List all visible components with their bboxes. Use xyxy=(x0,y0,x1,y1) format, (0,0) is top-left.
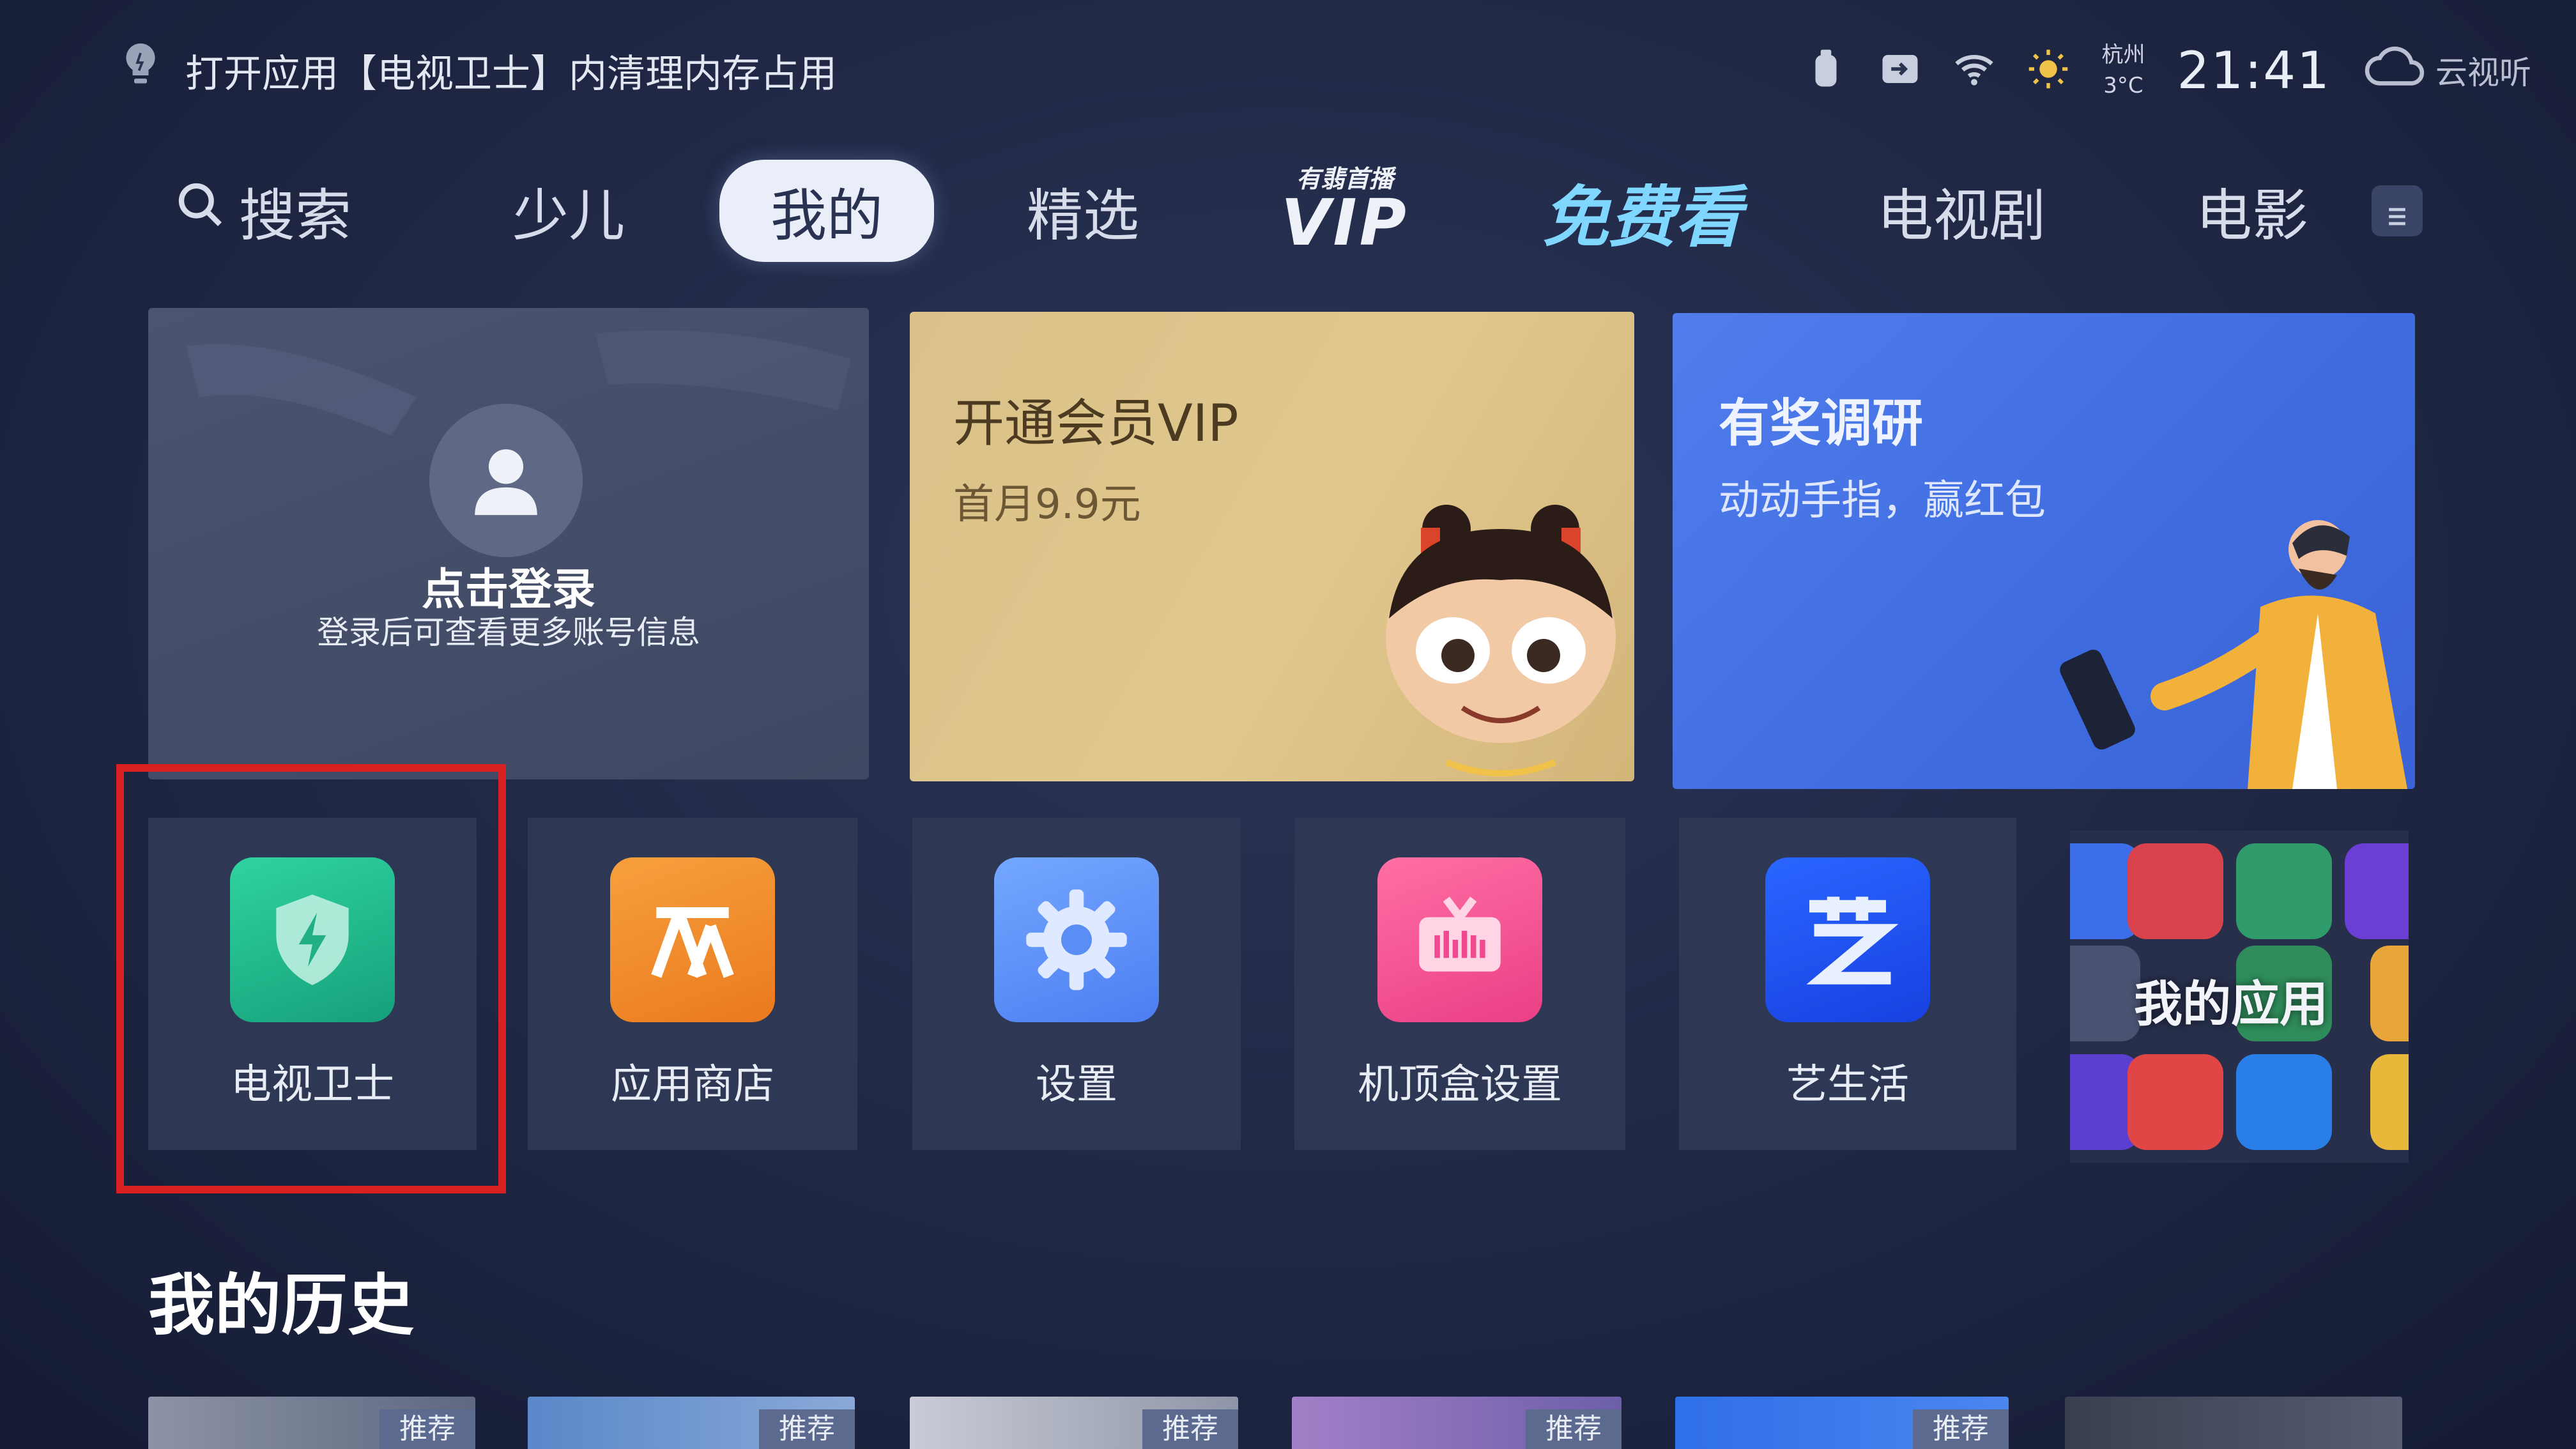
avatar xyxy=(429,404,583,557)
city-label: 杭州 xyxy=(2101,42,2145,68)
survey-title: 有奖调研 xyxy=(1719,394,1923,453)
cartoon-character xyxy=(1386,505,1616,777)
tip-text: 打开应用【电视卫士】内清理内存占用 xyxy=(185,51,837,96)
temperature-label: 3°C xyxy=(2103,73,2143,98)
tab-vip[interactable]: 有翡首播 VIP xyxy=(1265,160,1425,262)
tab-kids[interactable]: 少儿 xyxy=(486,160,652,262)
vip-title: 开通会员VIP xyxy=(953,394,1239,453)
app-thumb-icon xyxy=(2370,946,2409,1041)
tab-label: 我的 xyxy=(770,182,883,249)
survey-subtitle: 动动手指，赢红包 xyxy=(1719,477,2046,525)
wifi-icon xyxy=(1953,48,1995,93)
tab-label: 免费看 xyxy=(1542,178,1742,256)
vip-card[interactable]: 开通会员VIP 首月9.9元 xyxy=(910,312,1634,781)
survey-card[interactable]: 有奖调研 动动手指，赢红包 xyxy=(1673,313,2415,789)
cloud-label: 云视听 xyxy=(2435,54,2531,91)
recommend-badge: 推荐 xyxy=(759,1409,855,1449)
vip-subtitle: 首月9.9元 xyxy=(953,481,1141,528)
app-set-top-box-settings[interactable]: 机顶盒设置 xyxy=(1294,818,1625,1150)
cloud-brand: 云视听 xyxy=(2363,45,2531,95)
tab-featured[interactable]: 精选 xyxy=(997,160,1169,262)
top-nav: 搜索 少儿 我的 精选 有翡首播 VIP 免费看 电视剧 电影 xyxy=(0,160,2576,262)
my-apps-tile[interactable]: 我的应用 xyxy=(2070,831,2409,1163)
tab-label: 电视剧 xyxy=(1876,182,2046,249)
history-title: 我的历史 xyxy=(148,1266,415,1344)
tab-label: 电影 xyxy=(2195,182,2308,249)
input-source-icon xyxy=(1879,48,1921,93)
history-item[interactable]: 推荐 xyxy=(1292,1397,1621,1449)
play-icon xyxy=(2345,843,2409,939)
mail-icon xyxy=(2236,843,2332,939)
gear-icon xyxy=(994,857,1159,1022)
history-item[interactable]: 推荐 xyxy=(1675,1397,2009,1449)
app-label: 艺生活 xyxy=(1786,1061,1909,1108)
app-label: 我的应用 xyxy=(2134,976,2328,1032)
status-area: 杭州 3°C 21:41 云视听 xyxy=(1805,32,2531,109)
tab-tv-series[interactable]: 电视剧 xyxy=(1859,160,2064,262)
history-item[interactable] xyxy=(2065,1397,2402,1449)
cloud-icon xyxy=(2363,45,2426,95)
login-subtitle: 登录后可查看更多账号信息 xyxy=(317,614,700,651)
search-icon xyxy=(175,178,226,244)
gear-icon xyxy=(2070,946,2140,1041)
tab-mine[interactable]: 我的 xyxy=(719,160,934,262)
recommend-badge: 推荐 xyxy=(1142,1409,1238,1449)
recommend-badge: 推荐 xyxy=(1526,1409,1621,1449)
app-label: 机顶盒设置 xyxy=(1358,1061,1562,1108)
notification-tip: 打开应用【电视卫士】内清理内存占用 xyxy=(121,40,837,101)
app-settings[interactable]: 设置 xyxy=(912,818,1241,1150)
lightbulb-icon xyxy=(121,40,160,101)
cloud-icon xyxy=(2236,1054,2332,1150)
menu-icon xyxy=(2383,178,2411,244)
login-card[interactable]: 点击登录 登录后可查看更多账号信息 xyxy=(148,308,869,779)
menu-button[interactable] xyxy=(2372,185,2423,236)
app-label: 应用商店 xyxy=(611,1061,774,1108)
recommend-badge: 推荐 xyxy=(379,1409,475,1449)
app-thumb-icon xyxy=(2128,843,2223,939)
store-icon xyxy=(610,857,775,1022)
tab-movies[interactable]: 电影 xyxy=(2172,160,2332,262)
tab-label: 搜索 xyxy=(238,182,351,249)
selection-highlight xyxy=(116,764,506,1193)
person-with-remote-illustration xyxy=(2060,520,2407,789)
app-thumb-icon xyxy=(2370,1054,2409,1150)
history-item[interactable]: 推荐 xyxy=(910,1397,1238,1449)
tab-search[interactable]: 搜索 xyxy=(167,160,359,262)
tab-free[interactable]: 免费看 xyxy=(1533,160,1751,262)
weather-info: 杭州 3°C xyxy=(2101,40,2145,101)
tv-icon xyxy=(1377,857,1542,1022)
app-yi-life[interactable]: 艺生活 xyxy=(1679,818,2016,1150)
tab-label: VIP xyxy=(1281,185,1409,260)
history-item[interactable]: 推荐 xyxy=(528,1397,855,1449)
tab-label: 少儿 xyxy=(512,182,625,249)
recommend-badge: 推荐 xyxy=(1913,1409,2009,1449)
app-label: 设置 xyxy=(1036,1061,1117,1108)
gamepad-icon xyxy=(2128,1054,2223,1150)
clock: 21:41 xyxy=(2177,40,2331,100)
usb-icon xyxy=(1805,48,1847,93)
yi-icon xyxy=(1765,857,1930,1022)
app-store[interactable]: 应用商店 xyxy=(528,818,857,1150)
sunny-icon xyxy=(2027,48,2069,93)
history-item[interactable]: 推荐 xyxy=(148,1397,475,1449)
tab-label: 精选 xyxy=(1026,182,1139,249)
